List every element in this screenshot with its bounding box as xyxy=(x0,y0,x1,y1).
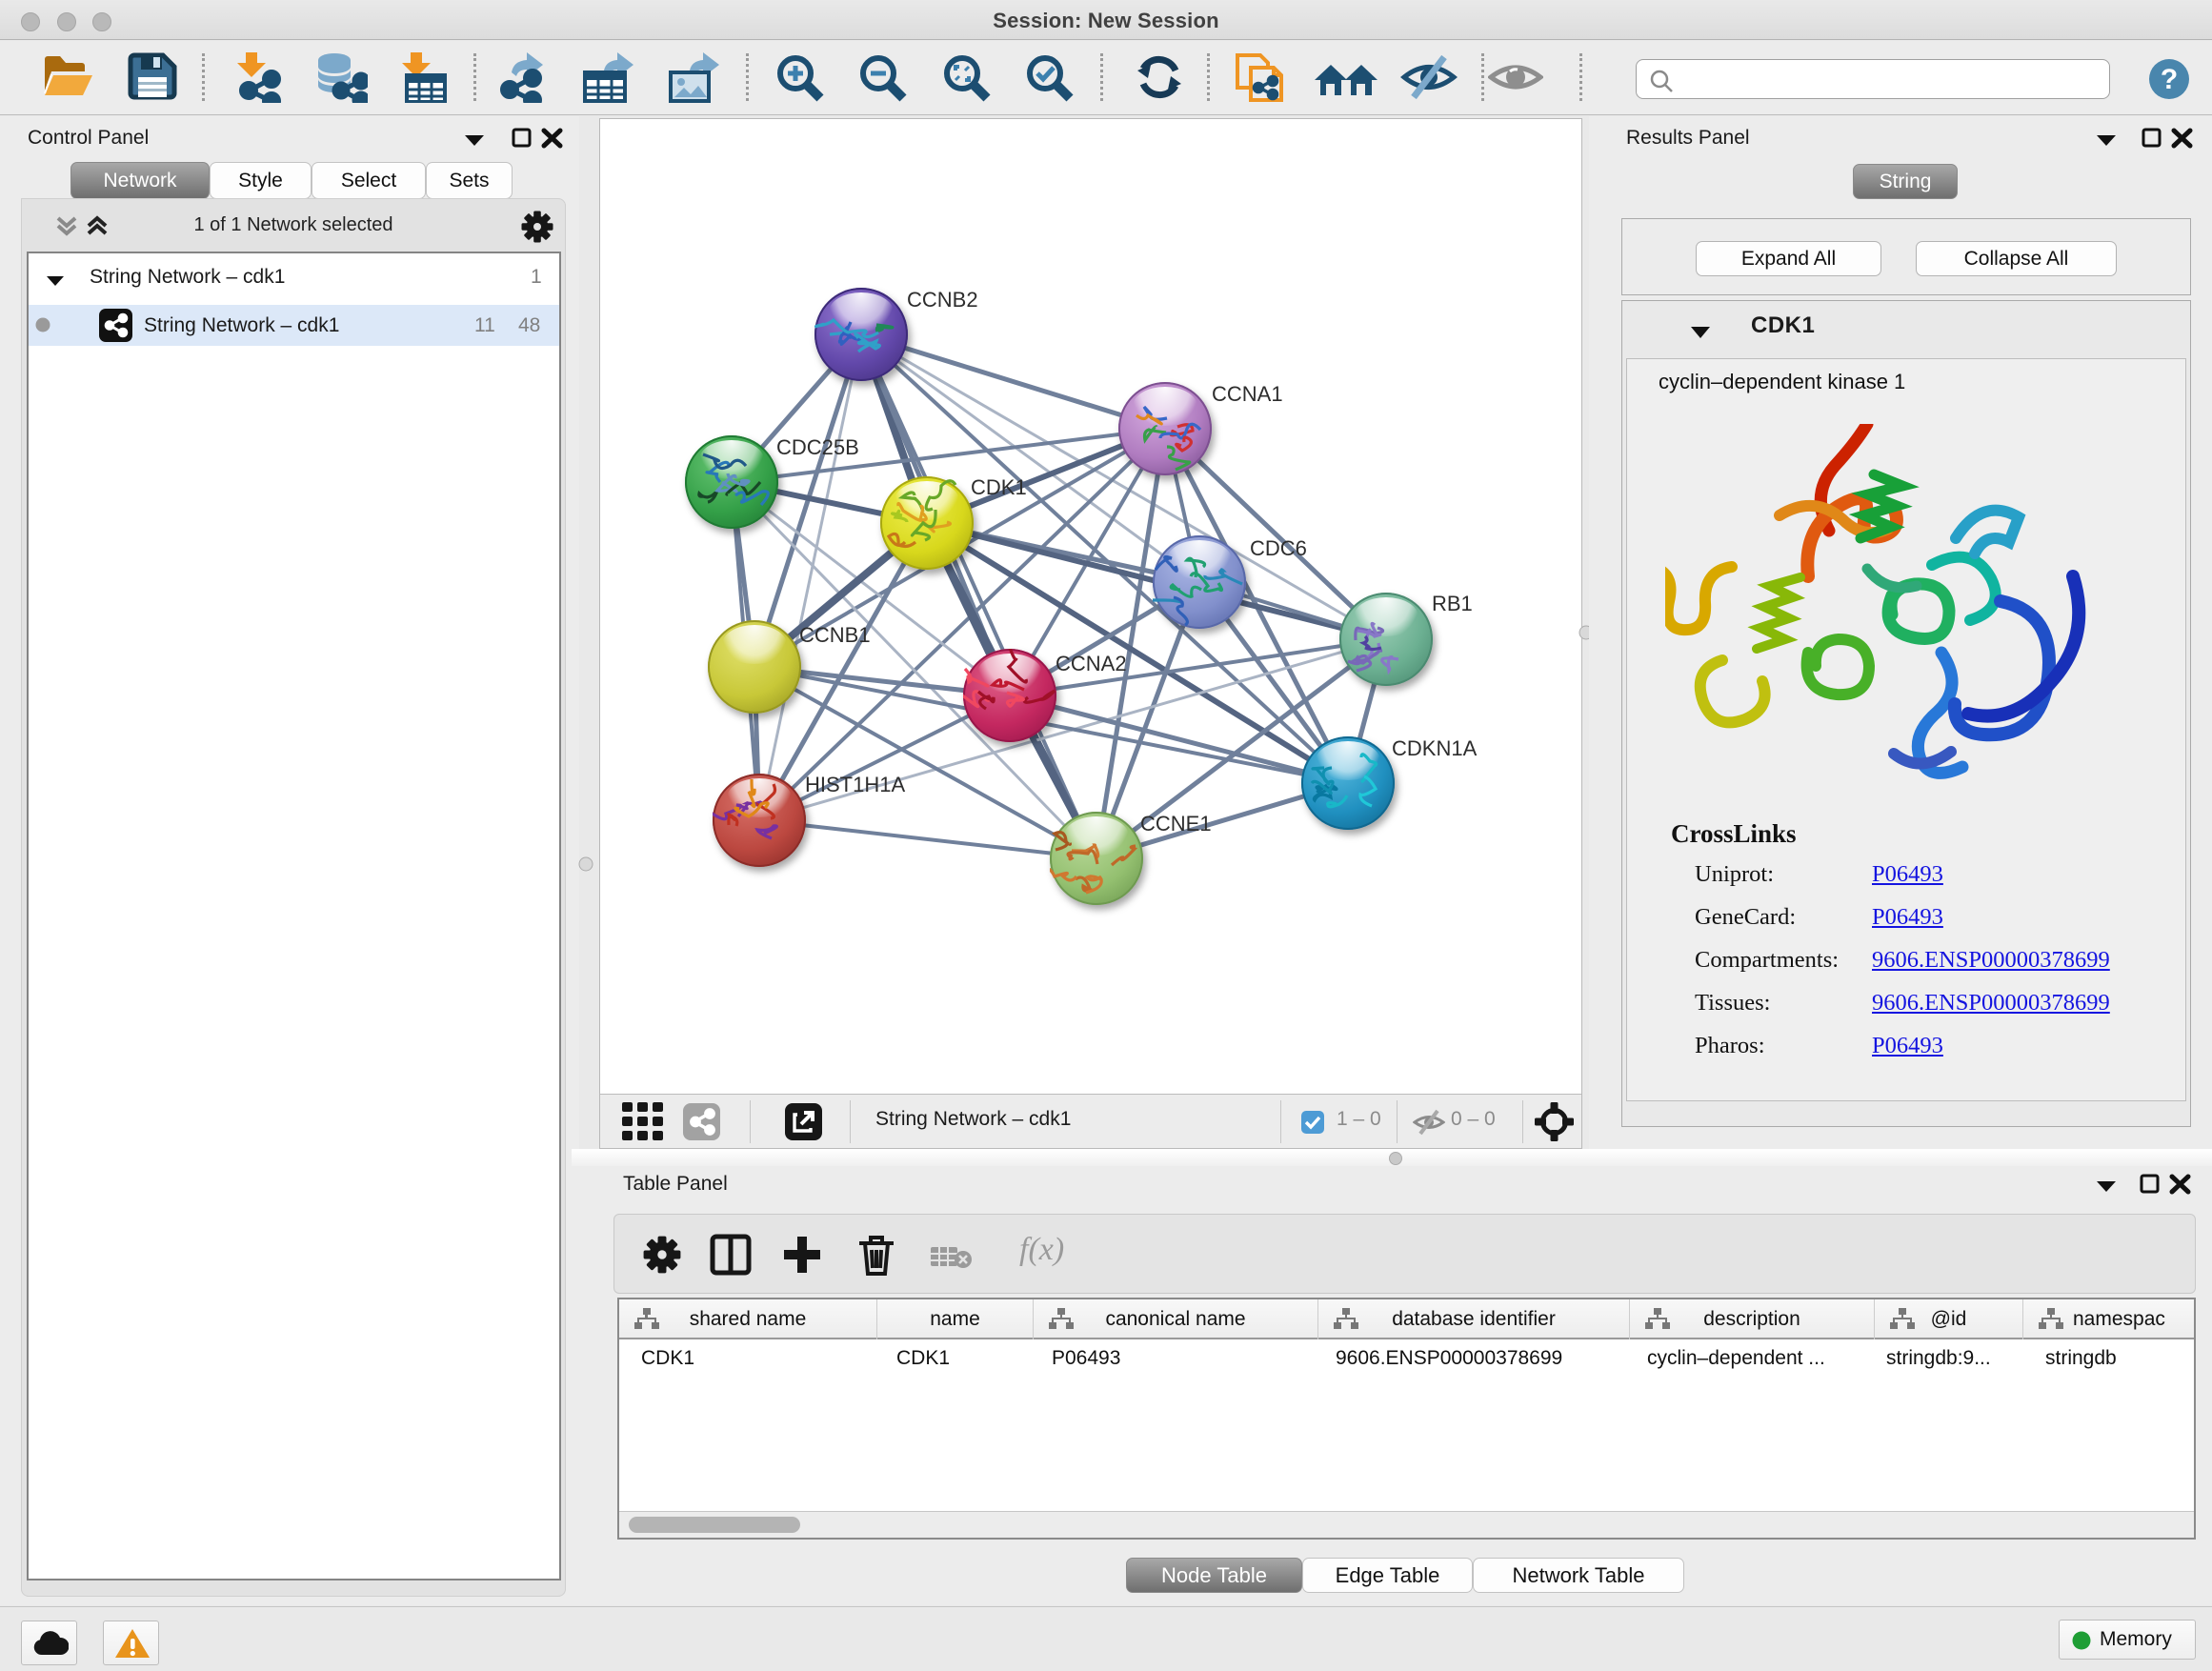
svg-text:?: ? xyxy=(2161,64,2178,95)
